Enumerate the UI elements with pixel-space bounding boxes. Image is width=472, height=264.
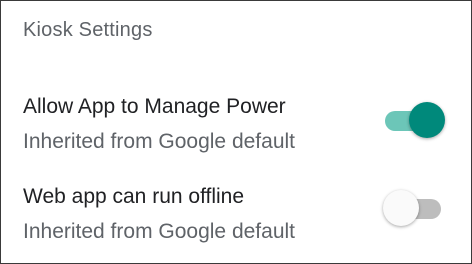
section-title: Kiosk Settings bbox=[23, 19, 153, 41]
allow-app-manage-power-toggle[interactable] bbox=[379, 102, 445, 138]
toggle-thumb bbox=[409, 102, 445, 138]
toggle-thumb bbox=[383, 190, 419, 226]
kiosk-settings-panel: Kiosk Settings Allow App to Manage Power… bbox=[0, 0, 472, 264]
web-app-run-offline-toggle[interactable] bbox=[383, 190, 447, 226]
